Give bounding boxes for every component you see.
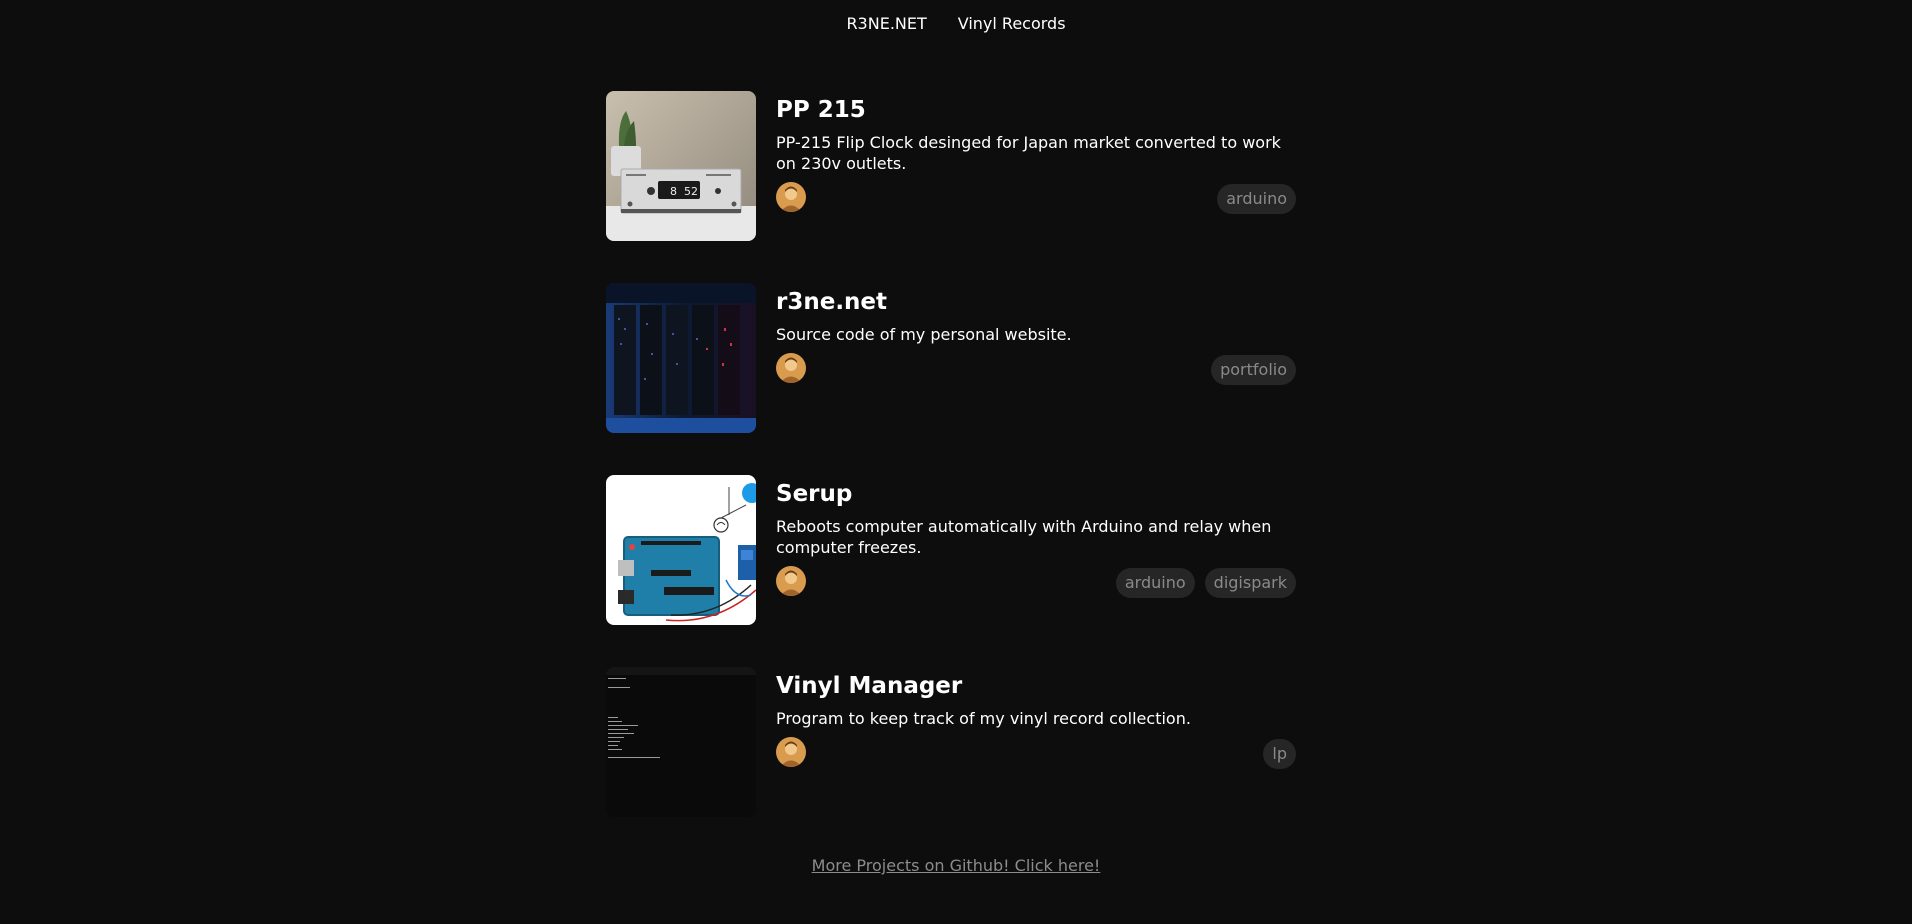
project-thumbnail-flip-clock[interactable]: 8 52: [606, 91, 756, 241]
top-nav: R3NE.NET Vinyl Records: [0, 14, 1912, 33]
project-thumbnail-arduino-relay[interactable]: [606, 475, 756, 625]
footer: More Projects on Github! Click here!: [0, 856, 1912, 875]
svg-text:52: 52: [684, 185, 698, 198]
author-avatar[interactable]: [776, 182, 806, 212]
project-thumbnail-terminal[interactable]: [606, 667, 756, 817]
project-meta: arduino digispark: [776, 566, 1296, 598]
project-card: Vinyl Manager Program to keep track of m…: [606, 667, 1296, 817]
tag-list: portfolio: [1211, 355, 1296, 385]
project-description: Program to keep track of my vinyl record…: [776, 709, 1191, 728]
project-title[interactable]: r3ne.net: [776, 288, 1296, 316]
author-avatar[interactable]: [776, 737, 806, 767]
project-description: Reboots computer automatically with Ardu…: [776, 517, 1272, 557]
project-meta: arduino: [776, 182, 1296, 214]
nav-home-link[interactable]: R3NE.NET: [846, 14, 926, 33]
author-avatar[interactable]: [776, 566, 806, 596]
tag-list: arduino: [1217, 184, 1296, 214]
project-list: 8 52 PP 215 PP-215 Flip Clock desinged f…: [606, 91, 1296, 859]
project-title[interactable]: Serup: [776, 480, 1296, 508]
project-card-body: PP 215 PP-215 Flip Clock desinged for Ja…: [776, 91, 1296, 214]
project-title[interactable]: PP 215: [776, 96, 1296, 124]
project-card: Serup Reboots computer automatically wit…: [606, 475, 1296, 625]
project-description: PP-215 Flip Clock desinged for Japan mar…: [776, 133, 1281, 173]
project-card: 8 52 PP 215 PP-215 Flip Clock desinged f…: [606, 91, 1296, 241]
tag-list: arduino digispark: [1115, 568, 1296, 598]
project-meta: lp: [776, 737, 1296, 769]
project-title[interactable]: Vinyl Manager: [776, 672, 1296, 700]
tag-list: lp: [1263, 739, 1296, 769]
nav-vinyl-records-link[interactable]: Vinyl Records: [958, 14, 1066, 33]
project-card-body: r3ne.net Source code of my personal webs…: [776, 283, 1296, 385]
github-more-projects-link[interactable]: More Projects on Github! Click here!: [812, 856, 1101, 875]
tag-lp[interactable]: lp: [1263, 739, 1296, 769]
tag-arduino[interactable]: arduino: [1217, 184, 1296, 214]
tag-digispark[interactable]: digispark: [1204, 568, 1296, 598]
project-thumbnail-server-racks[interactable]: [606, 283, 756, 433]
tag-arduino[interactable]: arduino: [1115, 568, 1195, 598]
project-card-body: Serup Reboots computer automatically wit…: [776, 475, 1296, 598]
project-meta: portfolio: [776, 353, 1296, 385]
tag-portfolio[interactable]: portfolio: [1211, 355, 1296, 385]
project-card-body: Vinyl Manager Program to keep track of m…: [776, 667, 1296, 769]
project-card: r3ne.net Source code of my personal webs…: [606, 283, 1296, 433]
project-description: Source code of my personal website.: [776, 325, 1072, 344]
svg-text:8: 8: [670, 185, 677, 198]
author-avatar[interactable]: [776, 353, 806, 383]
